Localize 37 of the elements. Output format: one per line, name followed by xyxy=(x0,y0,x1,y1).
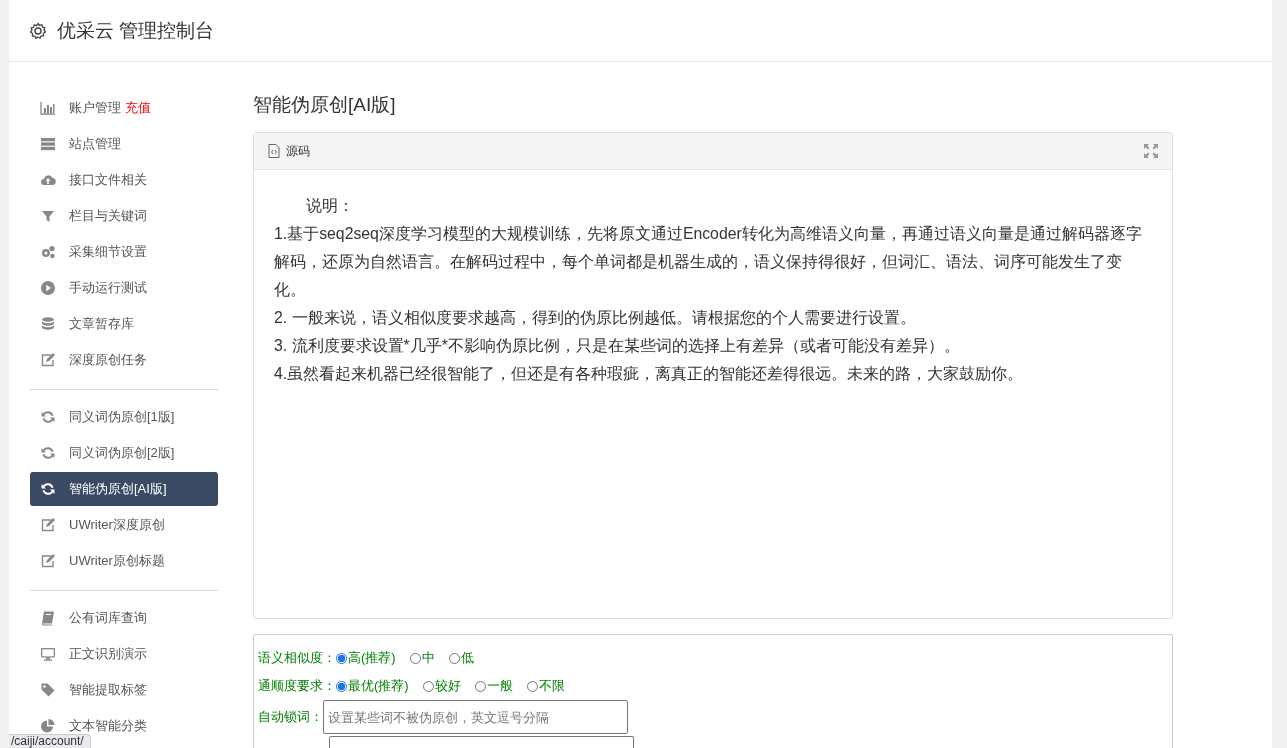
description-paragraph: 2. 一般来说，语义相似度要求越高，得到的伪原比例越低。请根据您的个人需要进行设置。 xyxy=(274,308,917,328)
description-paragraph: 3. 流利度要求设置*几乎*不影响伪原比例，只是在某些词的选择上有差异（或者可能没有差异）。 xyxy=(274,336,961,356)
sidebar-item[interactable]: UWriter深度原创 xyxy=(30,508,218,542)
sidebar-item[interactable]: 站点管理 xyxy=(30,127,218,161)
description-paragraph: 4.虽然看起来机器已经很智能了，但还是有各种瑕疵，离真正的智能还差得很远。未来的路，大家鼓励你。 xyxy=(274,364,1025,384)
option-label: 通顺度要求： xyxy=(258,677,336,695)
sidebar-item[interactable]: 深度原创任务 xyxy=(30,343,218,377)
sidebar-item[interactable]: 智能伪原创[AI版] xyxy=(30,472,218,506)
description-heading: 说明： xyxy=(305,196,355,216)
recharge-link[interactable]: 充值 xyxy=(125,99,151,117)
radio-label: 一般 xyxy=(486,677,513,695)
app-title: 优采云 管理控制台 xyxy=(57,18,215,43)
page-title: 智能伪原创[AI版] xyxy=(253,93,397,117)
lock-words-field[interactable]: 设置某些词不被伪原创，英文逗号分隔 xyxy=(323,700,628,734)
option-label: 自动锁词： xyxy=(258,708,323,726)
sidebar-item[interactable]: 接口文件相关 xyxy=(30,163,218,197)
sidebar-item[interactable]: 同义词伪原创[2版] xyxy=(30,436,218,470)
sidebar-item[interactable]: 文章暂存库 xyxy=(30,307,218,341)
sidebar-item[interactable]: UWriter原创标题 xyxy=(30,544,218,578)
sidebar-item[interactable]: 手动运行测试 xyxy=(30,271,218,305)
sidebar-item[interactable]: 同义词伪原创[1版] xyxy=(30,400,218,434)
sidebar-item[interactable]: 公有词库查询 xyxy=(30,601,218,635)
sidebar-item[interactable]: 采集细节设置 xyxy=(30,235,218,269)
sidebar-item[interactable]: 正文识别演示 xyxy=(30,637,218,671)
radio-label: 不限 xyxy=(538,677,565,695)
radio-label: 最优(推荐) xyxy=(348,677,409,695)
radio-label: 低 xyxy=(460,649,474,667)
sidebar-item[interactable]: 栏目与关键词 xyxy=(30,199,218,233)
radio-label: 中 xyxy=(421,649,435,667)
radio-label: 较好 xyxy=(434,677,461,695)
option-label: 语义相似度： xyxy=(258,649,336,667)
sidebar-item[interactable]: 智能提取标签 xyxy=(30,673,218,707)
radio-label: 高(推荐) xyxy=(348,649,396,667)
sidebar-item[interactable]: 账户管理 充值 xyxy=(30,91,218,125)
source-tab[interactable]: 源码 xyxy=(268,142,310,160)
description-paragraph: 1.基于seq2seq深度学习模型的大规模训练，先将原文通过Encoder转化为高维语义向量，再通过语义向量是通过解码器逐字解码，还原为自然语言。在解码过程中，每个单词都是机器生成的，语义保持得很好，但词汇、语法、词序可能发生了变化。 xyxy=(274,224,1142,300)
link-url-tooltip: /caiji/account/ xyxy=(9,734,91,748)
